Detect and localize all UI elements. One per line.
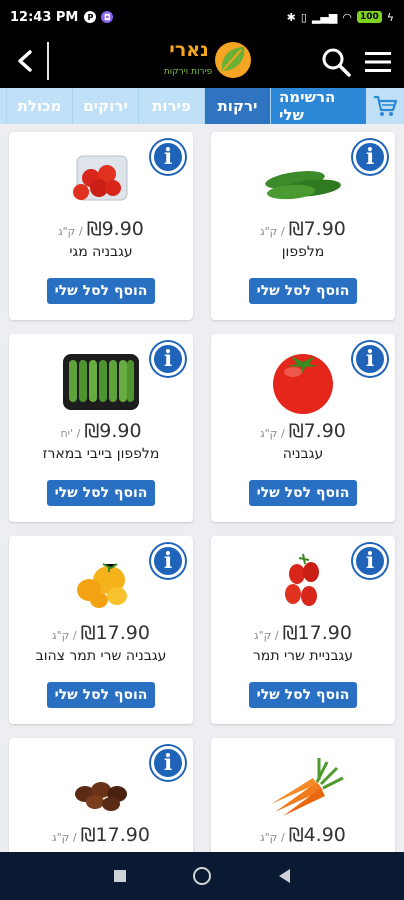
product-card[interactable]: ק"ג / ₪9.90 עגבניה מגי הוסף לסל שלי i bbox=[9, 132, 193, 320]
product-card[interactable]: יח' / ₪9.90 מלפפון בייבי במארז הוסף לסל … bbox=[9, 334, 193, 522]
chevron-left-icon bbox=[18, 50, 32, 72]
signal-icon: ▂▄▆ bbox=[311, 10, 338, 24]
unit-label: ק"ג / bbox=[52, 831, 77, 844]
status-bar: 12:43 PM P ◘ ✱ ▯ ▂▄▆ ◠ 100 ϟ bbox=[0, 0, 404, 34]
cucumber-image bbox=[265, 171, 341, 200]
product-name: עגבניה מגי bbox=[69, 244, 133, 260]
unit-label: יח' / bbox=[60, 427, 81, 440]
brand-logo: נארי פירות וירקות bbox=[160, 39, 256, 85]
add-to-cart-button[interactable]: הוסף לסל שלי bbox=[249, 480, 357, 506]
info-icon[interactable]: i bbox=[151, 746, 185, 780]
product-card[interactable]: ק"ג / ₪4.90 הוסף לסל שלי bbox=[211, 738, 395, 852]
unit-label: ק"ג / bbox=[254, 629, 279, 642]
dark-tomatoes-image bbox=[75, 782, 127, 811]
unit-label: ק"ג / bbox=[58, 225, 83, 238]
cherry-tomatoes-image bbox=[285, 553, 319, 606]
leaf-logo-icon bbox=[215, 42, 251, 78]
tab-my-list[interactable]: הרשימה שלי bbox=[270, 88, 366, 124]
product-card[interactable]: ק"ג / ₪17.90 עגבניית שרי תמר הוסף לסל של… bbox=[211, 536, 395, 724]
home-icon[interactable] bbox=[193, 867, 212, 885]
price: ₪17.90 bbox=[80, 824, 150, 846]
tab-fruits[interactable]: פירות bbox=[138, 88, 204, 124]
info-icon[interactable]: i bbox=[151, 140, 185, 174]
app-header: נארי פירות וירקות bbox=[0, 34, 404, 88]
price-row: ק"ג / ₪17.90 bbox=[211, 622, 395, 644]
search-button[interactable] bbox=[320, 46, 352, 78]
product-card[interactable]: ק"ג / ₪17.90 הוסף לסל שלי i bbox=[9, 738, 193, 852]
tab-greens[interactable]: ירוקים bbox=[72, 88, 138, 124]
app-notification-icon: ◘ bbox=[101, 11, 114, 23]
price-row: ק"ג / ₪4.90 bbox=[211, 824, 395, 846]
price-row: ק"ג / ₪7.90 bbox=[211, 218, 395, 240]
cart-button[interactable] bbox=[366, 88, 404, 124]
status-right: ✱ ▯ ▂▄▆ ◠ 100 ϟ bbox=[287, 11, 394, 24]
status-time: 12:43 PM bbox=[10, 9, 79, 25]
add-to-cart-button[interactable]: הוסף לסל שלי bbox=[249, 682, 357, 708]
baby-cucumber-tray-image bbox=[63, 354, 139, 410]
price: ₪9.90 bbox=[86, 218, 144, 240]
charging-icon: ϟ bbox=[386, 10, 394, 24]
category-tabs: הרשימה שלי ירקות פירות ירוקים מכולת bbox=[0, 88, 404, 124]
add-to-cart-button[interactable]: הוסף לסל שלי bbox=[47, 682, 155, 708]
add-to-cart-button[interactable]: הוסף לסל שלי bbox=[47, 480, 155, 506]
yellow-tomatoes-image bbox=[77, 563, 127, 608]
product-name: מלפפון בייבי במארז bbox=[42, 446, 160, 462]
unit-label: ק"ג / bbox=[260, 427, 285, 440]
wifi-icon: ◠ bbox=[342, 10, 352, 24]
info-icon[interactable]: i bbox=[151, 342, 185, 376]
hamburger-menu-icon bbox=[365, 52, 391, 72]
unit-label: ק"ג / bbox=[260, 831, 285, 844]
battery-icon: 100 bbox=[356, 11, 382, 23]
tomato-image bbox=[273, 354, 333, 414]
product-name: עגבניית שרי תמר bbox=[252, 648, 354, 664]
recents-icon[interactable] bbox=[113, 870, 126, 882]
search-icon bbox=[322, 48, 351, 77]
product-card[interactable]: ק"ג / ₪7.90 עגבניה הוסף לסל שלי i bbox=[211, 334, 395, 522]
add-to-cart-button[interactable]: הוסף לסל שלי bbox=[47, 278, 155, 304]
back-button[interactable] bbox=[6, 42, 44, 80]
price-row: ק"ג / ₪17.90 bbox=[9, 824, 193, 846]
product-name: עגבניה שרי תמר צהוב bbox=[35, 648, 167, 664]
header-divider bbox=[47, 42, 49, 80]
system-nav-bar bbox=[0, 852, 404, 900]
unit-label: ק"ג / bbox=[260, 225, 285, 238]
product-name: עגבניה bbox=[282, 446, 324, 462]
cherry-tomato-box-image bbox=[73, 155, 128, 201]
logo-tagline: פירות וירקות bbox=[163, 67, 213, 77]
info-icon[interactable]: i bbox=[151, 544, 185, 578]
price-row: יח' / ₪9.90 bbox=[9, 420, 193, 442]
shopping-cart-icon bbox=[374, 95, 398, 116]
tab-grocery[interactable]: מכולת bbox=[6, 88, 72, 124]
product-card[interactable]: ק"ג / ₪7.90 מלפפון הוסף לסל שלי i bbox=[211, 132, 395, 320]
back-triangle-icon[interactable] bbox=[279, 869, 291, 883]
price: ₪7.90 bbox=[288, 218, 346, 240]
price-row: ק"ג / ₪17.90 bbox=[9, 622, 193, 644]
carrots-image bbox=[271, 758, 344, 816]
info-icon[interactable]: i bbox=[353, 342, 387, 376]
logo-name: נארי bbox=[169, 39, 209, 61]
menu-button[interactable] bbox=[362, 48, 394, 76]
notification-icon: P bbox=[84, 11, 97, 23]
price: ₪9.90 bbox=[84, 420, 142, 442]
info-icon[interactable]: i bbox=[353, 140, 387, 174]
product-grid: ק"ג / ₪7.90 מלפפון הוסף לסל שלי i ק"ג / … bbox=[0, 124, 404, 852]
unit-label: ק"ג / bbox=[52, 629, 77, 642]
tab-vegetables[interactable]: ירקות bbox=[204, 88, 270, 124]
bluetooth-icon: ✱ bbox=[286, 10, 296, 24]
vibrate-icon: ▯ bbox=[300, 10, 307, 24]
product-name: מלפפון bbox=[281, 244, 325, 260]
price: ₪7.90 bbox=[288, 420, 346, 442]
price-row: ק"ג / ₪7.90 bbox=[211, 420, 395, 442]
product-card[interactable]: ק"ג / ₪17.90 עגבניה שרי תמר צהוב הוסף לס… bbox=[9, 536, 193, 724]
price: ₪17.90 bbox=[80, 622, 150, 644]
price: ₪4.90 bbox=[288, 824, 346, 846]
info-icon[interactable]: i bbox=[353, 544, 387, 578]
add-to-cart-button[interactable]: הוסף לסל שלי bbox=[249, 278, 357, 304]
price-row: ק"ג / ₪9.90 bbox=[9, 218, 193, 240]
price: ₪17.90 bbox=[282, 622, 352, 644]
